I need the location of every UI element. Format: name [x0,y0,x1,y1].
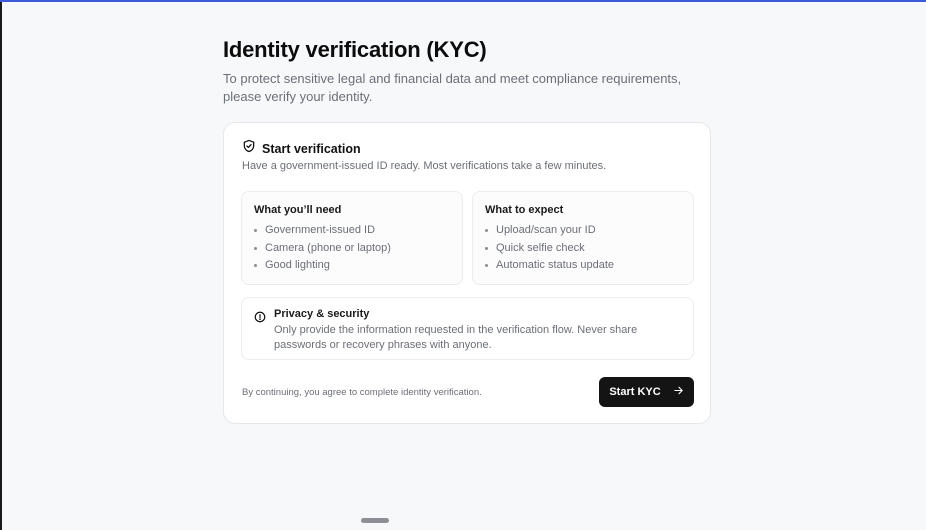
card-header: Start verification [242,139,361,158]
list-item: Good lighting [254,257,391,275]
bullet-icon [485,264,488,268]
requirements-list: Government-issued ID Camera (phone or la… [254,222,391,275]
requirements-box: What you’ll need Government-issued ID Ca… [241,191,463,285]
privacy-notice: Privacy & security Only provide the info… [241,297,694,360]
consent-note: By continuing, you agree to complete ide… [242,387,482,398]
page-title: Identity verification (KYC) [223,37,487,62]
privacy-text: Only provide the information requested i… [274,324,638,351]
start-kyc-button[interactable]: Start KYC [599,377,694,407]
requirements-title: What you’ll need [254,204,342,216]
card-description: Have a government-issued ID ready. Most … [242,160,607,172]
expectations-list: Upload/scan your ID Quick selfie check A… [485,222,614,275]
bullet-icon [485,229,488,233]
scroll-handle[interactable] [361,518,389,523]
arrow-right-icon [673,385,684,399]
list-item: Camera (phone or laptop) [254,240,391,258]
bullet-icon [254,229,257,233]
list-item: Automatic status update [485,257,614,275]
start-kyc-label: Start KYC [609,386,661,398]
bullet-icon [254,264,257,268]
kyc-page: Identity verification (KYC) To protect s… [223,36,713,424]
card-title: Start verification [262,141,361,156]
verification-card: Start verification Have a government-iss… [223,122,711,424]
list-item: Government-issued ID [254,222,391,240]
page-subtitle: To protect sensitive legal and financial… [223,71,682,104]
expectations-title: What to expect [485,204,564,216]
bullet-icon [485,246,488,250]
list-item: Upload/scan your ID [485,222,614,240]
privacy-title: Privacy & security [274,308,370,320]
list-item: Quick selfie check [485,240,614,258]
top-accent-bar [0,0,926,2]
shield-check-icon [242,139,256,158]
bullet-icon [254,246,257,250]
window-left-edge [0,2,2,530]
expectations-box: What to expect Upload/scan your ID Quick… [472,191,694,285]
info-circle-icon [254,310,266,328]
